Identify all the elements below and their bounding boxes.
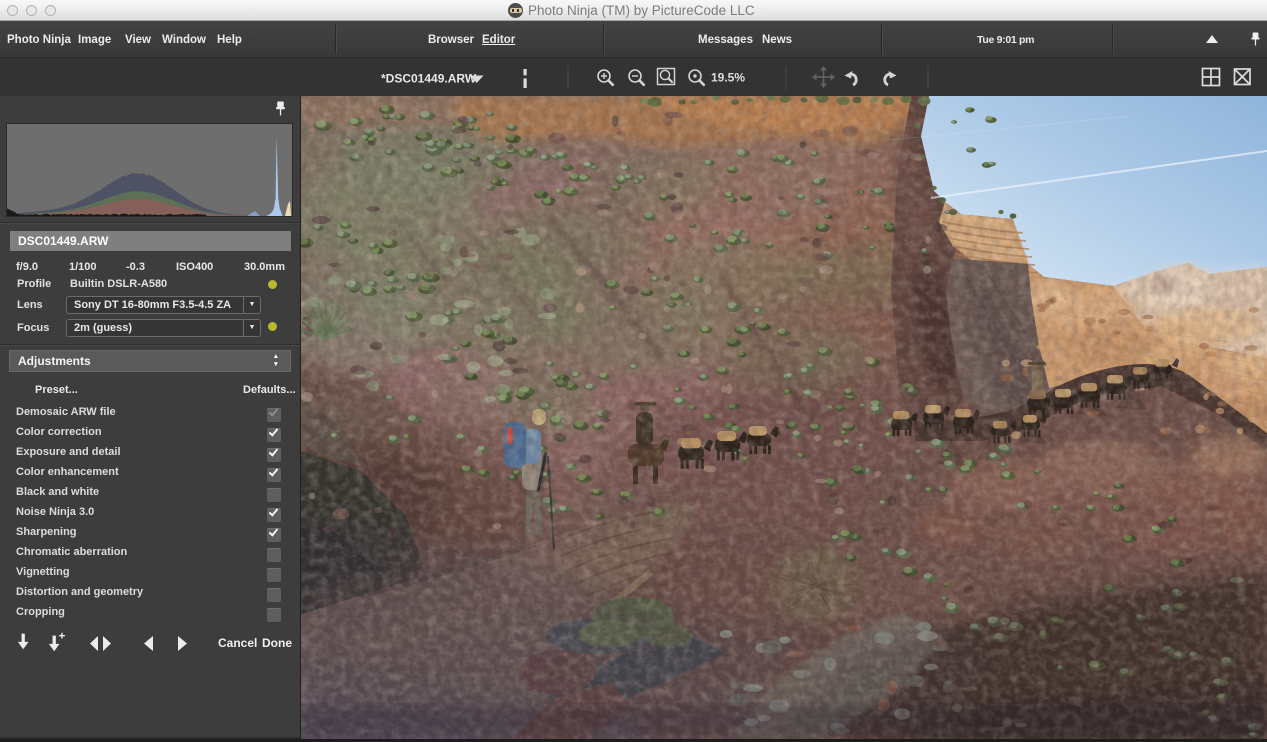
- svg-text:19.5%: 19.5%: [711, 71, 745, 85]
- svg-text:*DSC01449.ARW: *DSC01449.ARW: [381, 72, 477, 86]
